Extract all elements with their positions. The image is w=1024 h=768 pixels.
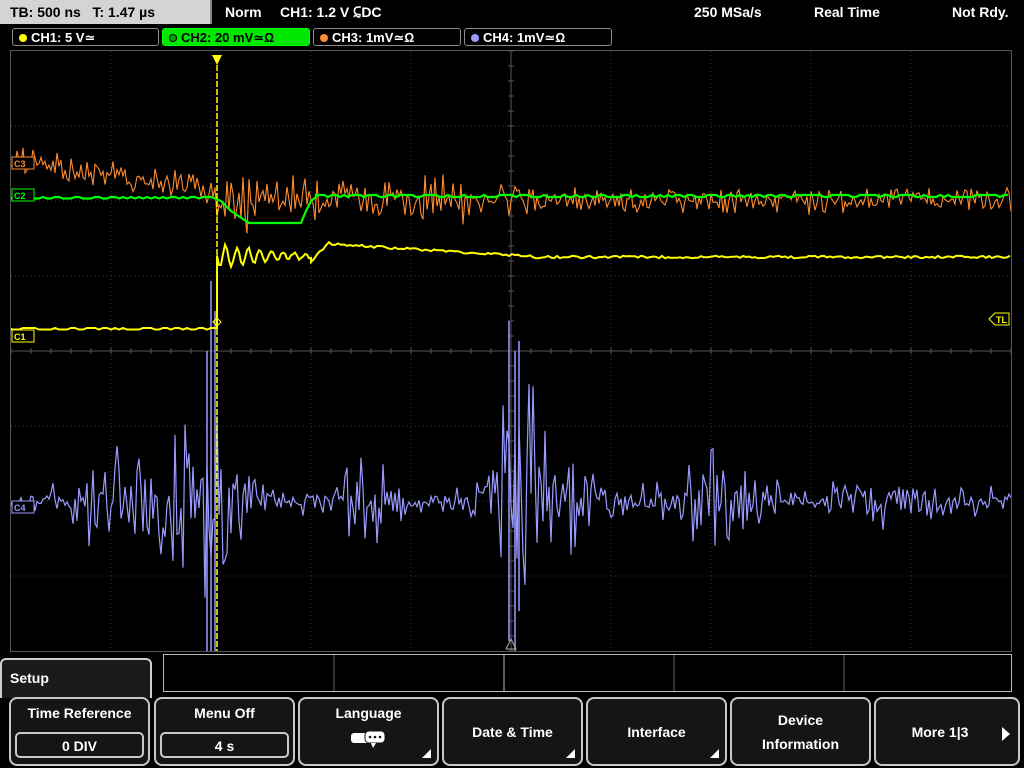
ch3-label: CH3: 1mV≃Ω (332, 30, 415, 45)
channel-tab-ch4[interactable]: CH4: 1mV≃Ω (464, 28, 612, 46)
next-page-icon (1002, 727, 1010, 741)
svg-text:C3: C3 (14, 159, 26, 169)
submenu-indicator-icon (566, 749, 575, 758)
language-button[interactable]: Language (298, 697, 439, 766)
trigger-mode[interactable]: Norm (225, 0, 262, 24)
submenu-indicator-icon (710, 749, 719, 758)
ch2-label: CH2: 20 mV≃Ω (181, 30, 275, 45)
device-information-label: Device (777, 711, 824, 728)
timebase-display[interactable]: TB: 500 ns T: 1.47 µs (0, 0, 212, 24)
channel-tab-ch1[interactable]: CH1: 5 V≃ (12, 28, 159, 46)
overview-bar (163, 654, 1012, 692)
channel-tab-ch3[interactable]: CH3: 1mV≃Ω (313, 28, 461, 46)
date-time-label: Date & Time (472, 723, 553, 740)
ch2-color-dot (169, 34, 177, 42)
trigger-status: Not Rdy. (952, 4, 1009, 20)
ch1-offset-marker: C1 (11, 329, 35, 343)
more-button[interactable]: More 1|3 (874, 697, 1020, 766)
submenu-indicator-icon (422, 749, 431, 758)
ch4-offset-marker: C4 (11, 500, 35, 514)
menu-off-value: 4 s (160, 732, 289, 758)
status-bar: TB: 500 ns T: 1.47 µs Norm CH1: 1.2 V ⫇D… (0, 0, 1024, 25)
ch4-color-dot (471, 34, 479, 42)
svg-text:C4: C4 (14, 503, 26, 513)
menu-title: Setup (0, 658, 152, 698)
svg-text:C1: C1 (14, 332, 26, 342)
waveform-canvas: C3 C2 C1 C4 TL (11, 51, 1011, 651)
language-label: Language (335, 705, 402, 721)
channel-tab-ch2[interactable]: CH2: 20 mV≃Ω (162, 28, 310, 46)
menu-off-label: Menu Off (194, 705, 255, 721)
time-reference-value: 0 DIV (15, 732, 144, 758)
sample-rate: 250 MSa/s (694, 4, 762, 20)
ch1-color-dot (19, 34, 27, 42)
interface-button[interactable]: Interface (586, 697, 727, 766)
svg-text:TL: TL (996, 315, 1007, 325)
acquisition-mode: Real Time (814, 4, 880, 20)
waveform-display[interactable]: C3 C2 C1 C4 TL (10, 50, 1012, 652)
device-information-label-2: Information (762, 735, 839, 752)
date-time-button[interactable]: Date & Time (442, 697, 583, 766)
svg-text:C2: C2 (14, 191, 26, 201)
ch3-color-dot (320, 34, 328, 42)
graticule (11, 51, 1011, 651)
ch1-label: CH1: 5 V≃ (31, 30, 96, 45)
more-label: More 1|3 (911, 723, 969, 740)
time-reference-label: Time Reference (27, 705, 132, 721)
trigger-position-icon (212, 55, 222, 65)
trigger-setting[interactable]: CH1: 1.2 V ⫇DC (280, 0, 382, 24)
ch4-spikes (206, 281, 520, 651)
menu-off-button[interactable]: Menu Off 4 s (154, 697, 295, 766)
trigger-level-marker: TL (988, 312, 1010, 326)
trigger-time-value: T: 1.47 µs (92, 4, 156, 20)
ch2-offset-marker: C2 (11, 188, 35, 202)
ch4-label: CH4: 1mV≃Ω (483, 30, 566, 45)
speech-bubble-icon (300, 729, 437, 754)
timebase-value: TB: 500 ns (10, 4, 81, 20)
device-information-button[interactable]: Device Information (730, 697, 871, 766)
interface-label: Interface (627, 723, 686, 740)
menu-title-label: Setup (10, 670, 49, 686)
ch3-offset-marker: C3 (11, 156, 35, 170)
time-reference-button[interactable]: Time Reference 0 DIV (9, 697, 150, 766)
